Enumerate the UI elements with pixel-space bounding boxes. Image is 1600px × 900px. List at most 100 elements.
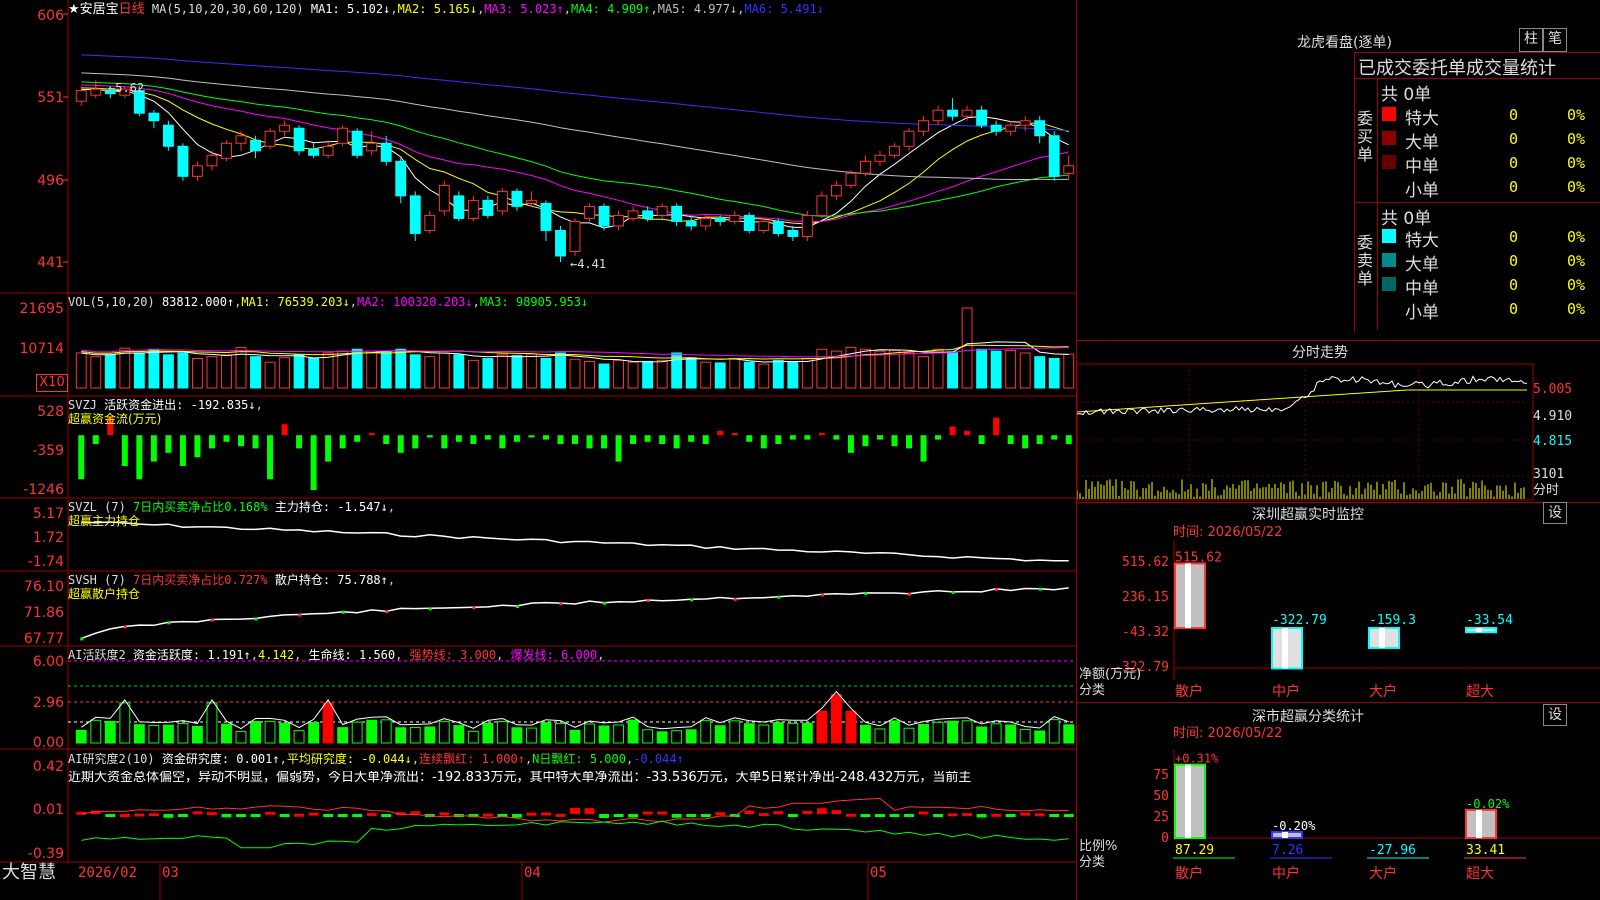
flow-bar xyxy=(150,435,157,462)
buy-row-value-0: 0 xyxy=(1509,106,1519,124)
research-bar xyxy=(802,810,813,815)
bar-view-button[interactable]: 柱 xyxy=(1519,28,1543,52)
stats-category-label: 中户 xyxy=(1272,865,1300,882)
buy-side-label: 委买单 xyxy=(1357,109,1374,164)
candle xyxy=(293,125,305,156)
activity-bar xyxy=(148,724,160,744)
candle-body xyxy=(903,130,915,147)
flow-bar xyxy=(296,435,303,449)
research-bar xyxy=(366,813,377,817)
retail-holding-dot xyxy=(472,606,476,610)
activity-bar xyxy=(496,721,508,744)
y-tick-496: 496 xyxy=(37,173,64,189)
volume-bar xyxy=(1063,353,1075,389)
activity-bar xyxy=(119,702,131,744)
flow-bar xyxy=(659,435,666,445)
candle-body xyxy=(714,217,726,222)
volume-bar xyxy=(947,351,959,389)
research-bar xyxy=(555,813,566,817)
flow-bar xyxy=(165,435,172,453)
flow-bar xyxy=(775,435,782,445)
candle xyxy=(961,105,973,121)
research-bar xyxy=(308,812,319,816)
activity-bar xyxy=(830,694,842,744)
deal-view-button[interactable]: 笔 xyxy=(1543,28,1567,52)
stats-y-tick: 50 xyxy=(1153,789,1169,804)
research-bar xyxy=(991,813,1002,817)
volume-bar xyxy=(598,363,610,389)
ai-active-life: 生命线: 1.560 xyxy=(308,648,396,662)
flow-bar xyxy=(717,430,724,436)
activity-bar xyxy=(555,723,566,744)
candle-body xyxy=(1034,120,1046,137)
volume-bar xyxy=(366,350,378,389)
candle-body xyxy=(221,142,232,159)
activity-bar xyxy=(380,719,392,744)
candle xyxy=(351,128,363,159)
volume-bar xyxy=(221,354,232,389)
volume-bar xyxy=(903,352,915,389)
candle xyxy=(613,210,625,231)
stats-bar-highlight xyxy=(1185,764,1191,838)
candle-body xyxy=(729,214,741,222)
stats-y-tick: 75 xyxy=(1153,768,1169,783)
flow-bar xyxy=(1007,435,1014,445)
volume-bar xyxy=(104,354,116,389)
research-bar xyxy=(148,813,159,817)
candle-body xyxy=(191,165,203,177)
candle xyxy=(569,218,581,256)
brand-label: 大智慧 xyxy=(2,862,56,883)
retail-holding-dot xyxy=(820,593,824,597)
sell-swatch-1 xyxy=(1382,253,1396,267)
buy-row-value-1: 0 xyxy=(1509,130,1519,148)
activity-bar xyxy=(1019,728,1031,744)
activity-bar xyxy=(308,721,320,744)
monitor-bar-group xyxy=(1271,627,1303,670)
retail-holding-dot xyxy=(80,637,84,641)
stats-change-label: +0.31% xyxy=(1175,752,1219,766)
high-marker: ←5.62 xyxy=(108,81,145,95)
flow-bar xyxy=(862,435,869,447)
volume-bar xyxy=(467,359,479,389)
ai-research-tick-mid: 0.01 xyxy=(32,802,64,818)
intraday-chart[interactable] xyxy=(1077,362,1600,502)
monitor-y-tick: 236.15 xyxy=(1122,590,1169,605)
volume-bar xyxy=(787,361,799,389)
flow-bar xyxy=(484,435,491,440)
retail-holding-dot xyxy=(603,601,607,605)
flow-bar xyxy=(789,435,796,440)
activity-bar xyxy=(206,702,218,744)
activity-bar xyxy=(540,722,552,744)
candle-body xyxy=(700,217,712,227)
volume-bar xyxy=(889,349,900,389)
activity-bar xyxy=(409,727,421,744)
candle-body xyxy=(990,124,1002,132)
research-bar xyxy=(381,814,392,818)
candle xyxy=(947,98,959,121)
ai-research-tick-high: 0.42 xyxy=(32,759,64,775)
intraday-tick-high: 5.005 xyxy=(1533,382,1573,397)
candle-body xyxy=(482,199,494,216)
candle-body xyxy=(424,214,436,231)
sz-monitor-ylabel: 净额(万元) xyxy=(1079,667,1142,682)
candle xyxy=(162,120,174,151)
volume-bar xyxy=(409,354,421,389)
flow-bar xyxy=(238,435,244,447)
flow-bar xyxy=(310,435,317,490)
candle xyxy=(322,140,334,159)
candle xyxy=(555,225,566,262)
right-sidebar: 龙虎看盘(逐单) 柱 笔 已成交委托单成交量统计 委买单 委卖单 共 0单 共 … xyxy=(1077,0,1600,900)
monitor-bar-group xyxy=(1174,562,1206,629)
volume-bar xyxy=(438,352,450,389)
flow-bar xyxy=(702,435,709,445)
activity-bar xyxy=(453,725,465,744)
main-chart-panel[interactable]: ★安居宝日线 MA(5,10,20,30,60,120) MA1: 5.102↓… xyxy=(0,0,1077,900)
activity-bar xyxy=(235,731,247,744)
ai-active-fund: 资金活跃度: 1.191↑ xyxy=(132,648,251,662)
activity-bar xyxy=(104,720,116,744)
research-bar xyxy=(642,811,653,815)
sell-row-value-0: 0 xyxy=(1509,228,1519,246)
flow-bar xyxy=(688,435,695,442)
research-green-line xyxy=(81,820,1069,849)
activity-bar xyxy=(1034,730,1046,744)
